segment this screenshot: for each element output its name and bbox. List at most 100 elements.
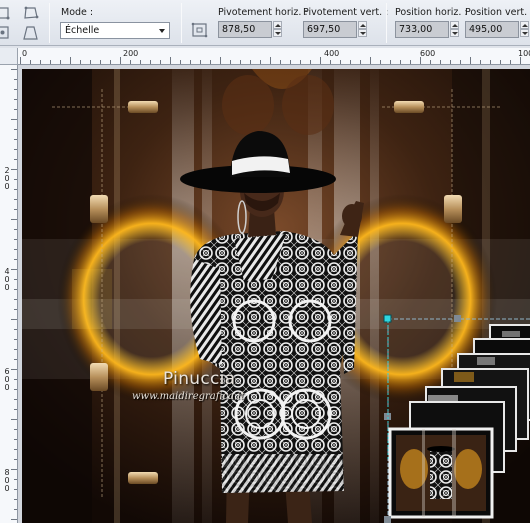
ruler-tick [510,60,511,64]
ruler-tick [14,99,17,100]
ruler-tick [360,60,361,64]
pivot-horizontal-spinner[interactable] [273,21,282,38]
ruler-tick [14,259,17,260]
ruler-tick [14,509,17,510]
ruler-tick [340,60,341,64]
ruler-tick [410,60,411,64]
ruler-tick [210,60,211,64]
ruler-label: 600 [420,49,436,58]
pivot-horizontal-label: Pivotement horiz. : [218,7,308,18]
ruler-tick [14,479,17,480]
mode-dropdown[interactable]: Échelle [60,22,170,39]
ruler-tick [40,60,41,64]
ruler-tick [420,57,421,64]
ruler-tick [430,60,431,64]
ruler-tick [120,57,121,64]
chevron-down-icon [159,29,165,33]
position-horizontal-input[interactable]: 733,00 [395,21,449,38]
pivot-target-icon[interactable] [191,22,209,38]
ruler-tick [350,60,351,64]
ruler-tick [170,57,171,64]
pivot-vertical-input[interactable]: 697,50 [303,21,357,38]
ruler-tick [460,60,461,64]
ruler-tick [320,57,321,64]
ruler-tick [14,89,17,90]
ruler-tick [14,139,17,140]
position-vertical-label: Position vert. : [465,7,530,18]
composition-artwork [22,69,530,523]
ruler-tick [14,249,17,250]
position-vertical-input[interactable]: 495,00 [465,21,519,38]
ruler-tick [30,60,31,64]
ruler-tick [90,60,91,64]
ruler-tick [300,60,301,64]
ruler-tick [14,379,17,380]
ruler-tick [14,359,17,360]
ruler-tick [400,60,401,64]
ruler-tick [130,60,131,64]
ruler-tick [280,60,281,64]
ruler-tick [14,349,17,350]
ruler-tick [380,60,381,64]
position-vertical-spinner[interactable] [520,21,529,38]
image-canvas[interactable]: Pinuccia www.maidiregrafica.it [22,69,530,523]
ruler-tick [14,439,17,440]
ruler-tick [160,60,161,64]
ruler-label: 800 [4,468,10,493]
horizontal-ruler: 0 200 400 600 1000 [18,48,530,65]
ruler-label: 200 [4,166,10,191]
deform-preset-icon[interactable] [0,5,12,21]
ruler-tick [14,79,17,80]
ruler-tick [330,60,331,64]
ruler-tick [11,69,17,70]
ruler-tick [520,57,521,64]
ruler-tick [14,339,17,340]
position-horizontal-spinner[interactable] [450,21,459,38]
ruler-tick [450,60,451,64]
ruler-tick [230,60,231,64]
ruler-tick [14,159,17,160]
ruler-tick [260,60,261,64]
ruler-tick [250,60,251,64]
ruler-tick [14,229,17,230]
ruler-tick [14,459,17,460]
ruler-tick [200,60,201,64]
ruler-tick [14,499,17,500]
ruler-tick [110,60,111,64]
ruler-tick [14,109,17,110]
watermark-title: Pinuccia [163,369,236,389]
ruler-tick [14,389,17,390]
ruler-tick [14,209,17,210]
toolbar-separator [49,3,50,43]
ruler-tick [220,57,221,64]
toolbar-separator [181,3,182,43]
ruler-tick [14,179,17,180]
ruler-tick [310,60,311,64]
ruler-tick [14,489,17,490]
ruler-tick [480,60,481,64]
ruler-tick [140,60,141,64]
ruler-tick [14,199,17,200]
ruler-tick [14,409,17,410]
tool-options-bar: Mode : Échelle Pivotement horiz. : 878,5… [0,0,530,46]
ruler-tick [470,57,471,64]
perspective-icon[interactable] [22,25,40,41]
ruler-tick [440,60,441,64]
ruler-tick [240,60,241,64]
position-horizontal-label: Position horiz. : [395,7,468,18]
ruler-tick [20,57,21,64]
ruler-tick [11,219,17,220]
toolbar-separator [386,3,387,43]
pivot-horizontal-input[interactable]: 878,50 [218,21,272,38]
reset-transform-icon[interactable] [22,5,40,21]
ruler-tick [80,60,81,64]
ruler-tick [11,169,17,170]
ruler-label: 600 [4,367,10,392]
ruler-corner [0,48,18,65]
pivot-vertical-spinner[interactable] [358,21,367,38]
ruler-tick [11,469,17,470]
ruler-tick [490,60,491,64]
ruler-tick [11,319,17,320]
constrain-icon[interactable] [0,25,12,41]
ruler-tick [70,57,71,64]
